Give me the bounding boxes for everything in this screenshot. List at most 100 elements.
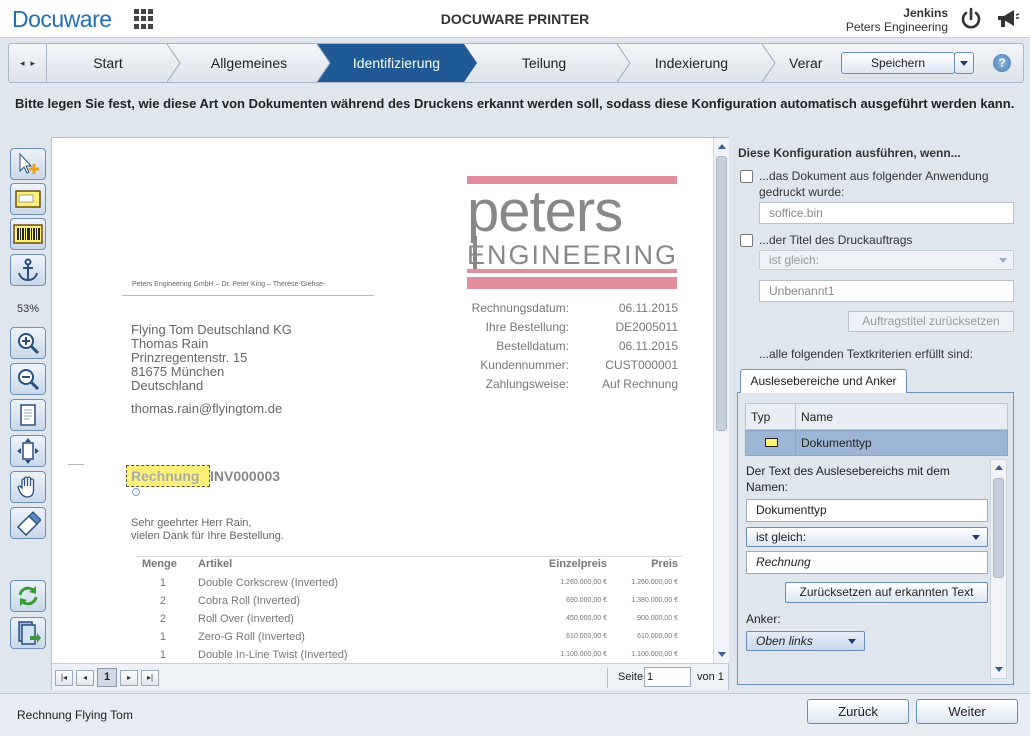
- select-area-tool[interactable]: [10, 148, 46, 180]
- step-verarbeitung[interactable]: Verar: [789, 55, 839, 71]
- address-line: Prinzregentenstr. 15: [131, 350, 248, 365]
- app-grid-icon[interactable]: [134, 9, 154, 29]
- fit-width-icon: [17, 438, 39, 464]
- meta-value: CUST000001: [605, 358, 678, 372]
- address-line: 81675 München: [131, 364, 225, 379]
- recipient-email: thomas.rain@flyingtom.de: [131, 401, 283, 416]
- last-page-button[interactable]: ▸|: [141, 670, 159, 686]
- recipient-address: Flying Tom Deutschland KG Thomas Rain Pr…: [131, 323, 292, 393]
- prev-page-button[interactable]: ◂: [76, 670, 94, 686]
- docuware-logo: Docuware: [12, 6, 112, 32]
- back-button[interactable]: Zurück: [807, 699, 909, 724]
- table-divider: [136, 556, 682, 557]
- document-scrollbar[interactable]: [713, 138, 729, 663]
- text-area-tool-icon: [15, 190, 41, 208]
- steps-scroll-buttons[interactable]: ◂ ▸: [9, 44, 47, 82]
- app-header: Docuware DOCUWARE PRINTER Jenkins Peters…: [0, 0, 1030, 38]
- first-page-button[interactable]: |◂: [55, 670, 73, 686]
- steps-scroll-right-icon[interactable]: ▸: [31, 58, 36, 69]
- document-viewer[interactable]: peters ENGINEERING Peters Engineering Gm…: [51, 137, 729, 690]
- application-input[interactable]: soffice.bin: [759, 202, 1014, 224]
- step-start[interactable]: Start: [67, 55, 149, 71]
- next-page-button[interactable]: ▸: [120, 670, 138, 686]
- steps-scroll-left-icon[interactable]: ◂: [20, 58, 25, 69]
- title-operator-select[interactable]: ist gleich:: [759, 250, 1014, 270]
- doc-type-label: Rechnung: [131, 468, 200, 484]
- title-condition-checkbox[interactable]: [740, 234, 753, 247]
- text-area-type-icon: [765, 438, 778, 447]
- app-condition-checkbox[interactable]: [740, 170, 753, 183]
- expected-text-input[interactable]: Rechnung: [746, 551, 988, 574]
- fold-mark: [68, 464, 84, 465]
- step-identifizierung[interactable]: Identifizierung: [339, 55, 454, 71]
- cell-price: 610.000,00 €: [637, 633, 678, 640]
- meta-value: 06.11.2015: [618, 301, 678, 315]
- detail-scrollbar[interactable]: [990, 459, 1007, 679]
- divider: [122, 295, 374, 296]
- scroll-thumb[interactable]: [716, 156, 727, 431]
- meta-key: Zahlungsweise:: [485, 377, 569, 391]
- megaphone-icon[interactable]: [994, 7, 1020, 31]
- reset-recognized-text-button[interactable]: Zurücksetzen auf erkannten Text: [785, 582, 988, 603]
- scroll-down-icon[interactable]: [718, 652, 726, 657]
- page-navigator: |◂ ◂ 1 ▸ ▸| Seite 1 von 1: [52, 663, 728, 690]
- anchor-tool-icon: [18, 258, 38, 282]
- scroll-thumb[interactable]: [993, 478, 1004, 578]
- eraser-icon: [16, 511, 41, 536]
- table-row: 1 Double Corkscrew (Inverted) 1.260.000,…: [52, 577, 712, 595]
- refresh-button[interactable]: [10, 580, 46, 612]
- text-operator-select[interactable]: ist gleich:: [746, 527, 988, 547]
- reset-title-button[interactable]: Auftragstitel zurücksetzen: [848, 311, 1014, 332]
- panel-title: Diese Konfiguration ausführen, wenn...: [738, 146, 961, 160]
- cell-price: 1.380.000,00 €: [631, 597, 678, 604]
- address-line: Thomas Rain: [131, 336, 209, 351]
- column-header-name[interactable]: Name: [801, 410, 833, 424]
- column-header-type[interactable]: Typ: [751, 410, 770, 424]
- anchor-select[interactable]: Oben links: [746, 631, 865, 651]
- scroll-down-icon[interactable]: [995, 667, 1003, 672]
- document-page[interactable]: peters ENGINEERING Peters Engineering Gm…: [52, 138, 712, 663]
- text-area-tool[interactable]: [10, 183, 46, 215]
- scroll-up-icon[interactable]: [718, 144, 726, 149]
- address-line: Flying Tom Deutschland KG: [131, 322, 292, 337]
- zoom-in-button[interactable]: [10, 327, 46, 359]
- meta-value: 06.11.2015: [618, 339, 678, 353]
- export-document-button[interactable]: [10, 617, 46, 649]
- scroll-up-icon[interactable]: [995, 465, 1003, 470]
- barcode-tool-icon: [13, 224, 43, 244]
- next-button[interactable]: Weiter: [916, 699, 1018, 724]
- greeting-line: vielen Dank für Ihre Bestellung.: [131, 530, 284, 542]
- cell-price: 900.000,00 €: [637, 615, 678, 622]
- zoom-out-button[interactable]: [10, 363, 46, 395]
- save-button[interactable]: Speichern: [841, 52, 955, 74]
- fit-width-button[interactable]: [10, 435, 46, 467]
- column-header-einzelpreis: Einzelpreis: [548, 558, 607, 570]
- area-detail-panel: Der Text des Auslesebereichs mit dem Nam…: [740, 459, 988, 681]
- step-teilung[interactable]: Teilung: [489, 55, 599, 71]
- help-icon[interactable]: ?: [993, 54, 1011, 72]
- status-text: Rechnung Flying Tom: [17, 708, 133, 722]
- pan-tool[interactable]: [10, 471, 46, 503]
- fit-page-button[interactable]: [10, 399, 46, 431]
- anchor-tool[interactable]: [10, 254, 46, 286]
- user-info: Jenkins Peters Engineering: [846, 6, 948, 34]
- step-indexierung[interactable]: Indexierung: [634, 55, 749, 71]
- page-label: Seite: [618, 671, 644, 683]
- current-page-button[interactable]: 1: [97, 668, 117, 687]
- export-document-icon: [18, 621, 41, 645]
- print-title-input[interactable]: Unbenannt1: [759, 280, 1014, 302]
- meta-key: Bestelldatum:: [496, 339, 569, 353]
- cell-price: 1.100.000,00 €: [631, 651, 678, 658]
- area-name-input[interactable]: Dokumenttyp: [746, 499, 988, 522]
- eraser-tool[interactable]: [10, 507, 46, 539]
- meta-key: Rechnungsdatum:: [471, 301, 569, 315]
- page-number-input[interactable]: 1: [644, 667, 691, 687]
- areas-grid-row[interactable]: Dokumenttyp: [745, 430, 1008, 456]
- area-name-cell: Dokumenttyp: [801, 436, 872, 450]
- power-icon[interactable]: [958, 6, 984, 32]
- tab-capture-areas[interactable]: Auslesebereiche und Anker: [740, 369, 907, 393]
- step-allgemeines[interactable]: Allgemeines: [194, 55, 304, 71]
- barcode-tool[interactable]: [10, 218, 46, 250]
- info-icon[interactable]: i: [132, 488, 140, 496]
- save-dropdown-button[interactable]: [954, 52, 974, 74]
